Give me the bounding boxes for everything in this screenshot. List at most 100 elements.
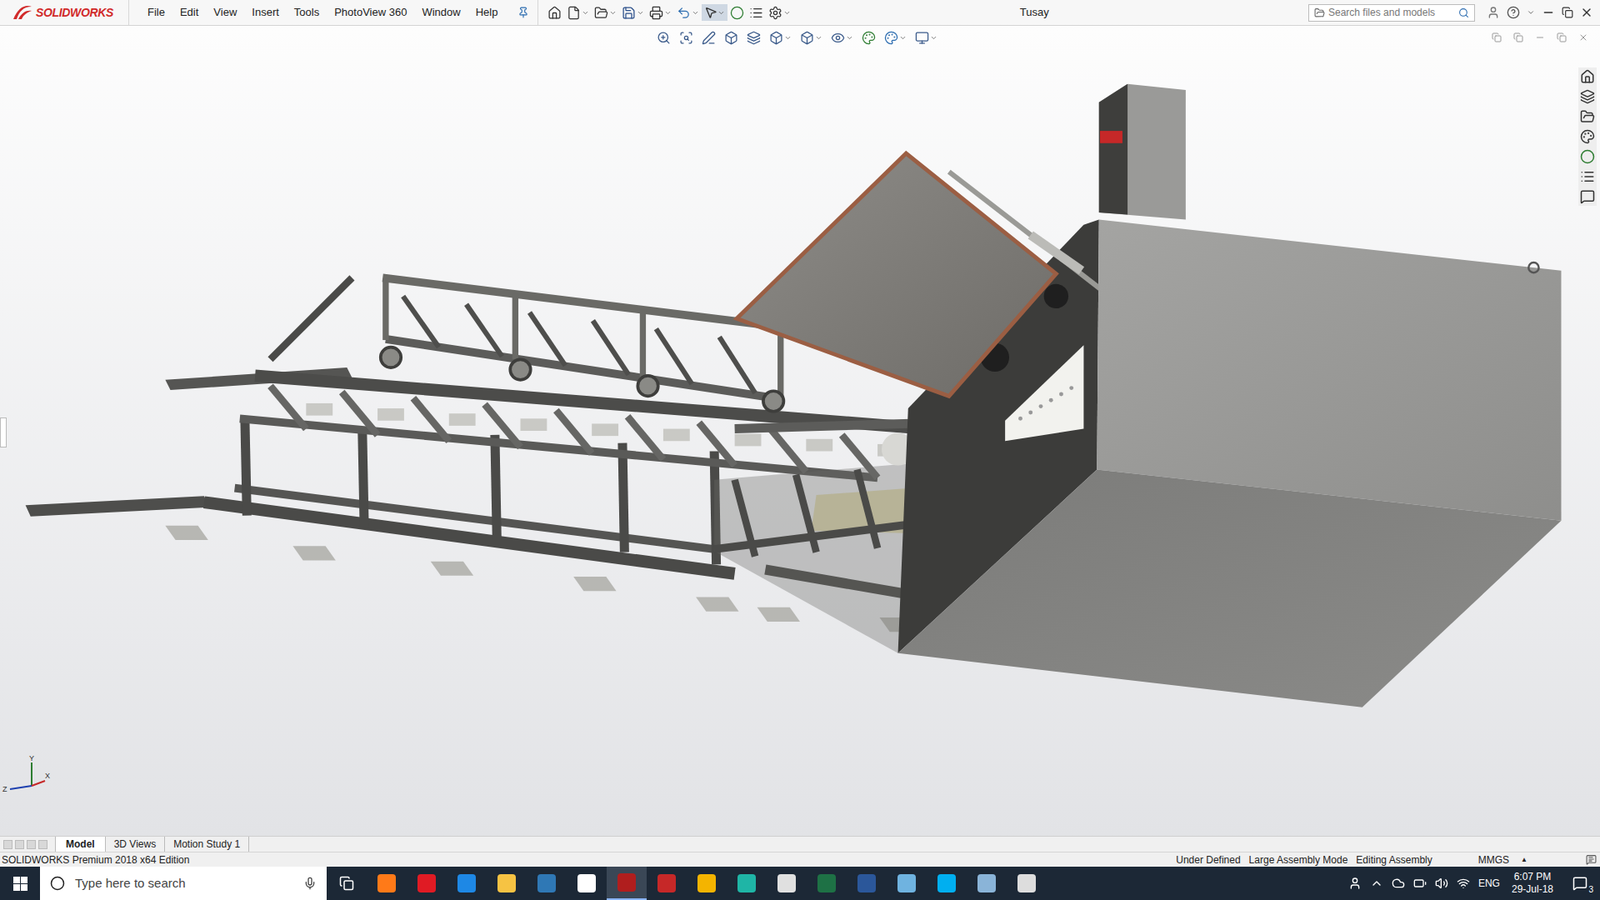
taskbar-app[interactable] xyxy=(806,866,847,900)
onedrive-icon[interactable] xyxy=(1391,876,1405,890)
doc-close-icon[interactable] xyxy=(1578,32,1589,43)
dynamic-annotation-button[interactable] xyxy=(744,30,764,45)
app-icon xyxy=(857,874,876,893)
zoom-to-fit-button[interactable] xyxy=(654,30,674,45)
units-selector[interactable]: MMGS▲ xyxy=(1478,852,1528,868)
taskbar-app[interactable] xyxy=(446,866,487,900)
tab-scroll-arrow[interactable] xyxy=(26,840,36,850)
graphics-area[interactable]: YZX xyxy=(0,25,1600,836)
pin-menu[interactable] xyxy=(517,6,530,19)
view-palette-icon[interactable] xyxy=(1580,129,1595,145)
action-center[interactable]: 3 xyxy=(1565,875,1595,891)
menu-item[interactable]: Edit xyxy=(180,4,199,21)
select-button[interactable] xyxy=(701,4,728,21)
custom-properties-icon[interactable] xyxy=(1580,169,1595,185)
menu-item[interactable]: Window xyxy=(421,4,460,21)
menu-item[interactable]: Tools xyxy=(294,4,320,21)
restore-icon[interactable] xyxy=(1561,6,1574,19)
volume-icon[interactable] xyxy=(1435,876,1449,890)
user-icon[interactable] xyxy=(1486,5,1500,20)
view-orientation-button[interactable] xyxy=(766,30,795,45)
help-icon[interactable] xyxy=(1506,5,1520,20)
help-caret-icon[interactable] xyxy=(1526,8,1535,17)
solidworks-logo[interactable]: SOLIDWORKS xyxy=(0,0,130,25)
apply-scene-button[interactable] xyxy=(881,30,910,45)
taskbar-app[interactable] xyxy=(966,866,1007,900)
menu-item[interactable]: Insert xyxy=(251,4,280,21)
tab-scroll-arrow[interactable] xyxy=(38,840,48,850)
tab-scroll-arrow[interactable] xyxy=(15,840,25,850)
taskbar-app[interactable] xyxy=(1006,866,1047,900)
design-library-icon[interactable] xyxy=(1580,89,1595,105)
taskbar-search[interactable]: Type here to search xyxy=(40,866,327,900)
language-indicator[interactable]: ENG xyxy=(1478,875,1500,891)
model-tab[interactable]: Model xyxy=(55,836,106,852)
file-explorer-icon[interactable] xyxy=(1580,109,1595,125)
menu-item[interactable]: Help xyxy=(475,4,499,21)
network-icon[interactable] xyxy=(1456,876,1470,890)
taskbar-app[interactable] xyxy=(606,866,647,900)
battery-icon[interactable] xyxy=(1413,876,1427,890)
open-button[interactable] xyxy=(591,5,620,20)
clock[interactable]: 6:07 PM29-Jul-18 xyxy=(1508,870,1557,896)
undo-button[interactable] xyxy=(674,5,702,20)
start-button[interactable] xyxy=(0,866,40,900)
task-view-button[interactable] xyxy=(326,875,367,891)
file-properties-icon xyxy=(749,5,764,20)
save-button[interactable] xyxy=(619,5,647,20)
file-properties-button[interactable] xyxy=(746,5,766,20)
people-icon[interactable] xyxy=(1348,876,1362,890)
menu-item[interactable]: File xyxy=(147,4,165,21)
previous-view-icon xyxy=(701,30,716,45)
doc-minimize-icon[interactable] xyxy=(1535,32,1545,43)
tab-scroll-arrow[interactable] xyxy=(3,840,13,850)
taskbar-app[interactable] xyxy=(646,866,687,900)
menu-item[interactable]: PhotoView 360 xyxy=(334,4,407,21)
hide-show-button[interactable] xyxy=(828,30,856,45)
tile-icon[interactable] xyxy=(1513,32,1524,43)
taskbar-app[interactable] xyxy=(406,866,447,900)
section-view-button[interactable] xyxy=(721,30,741,45)
taskbar-app[interactable] xyxy=(886,866,927,900)
forum-icon[interactable] xyxy=(1580,189,1595,205)
resources-icon[interactable] xyxy=(1580,69,1595,85)
model-tab[interactable]: Motion Study 1 xyxy=(165,836,250,852)
taskbar-app[interactable] xyxy=(566,866,607,900)
taskbar-app[interactable] xyxy=(366,866,407,900)
minimize-icon[interactable] xyxy=(1541,5,1555,20)
display-style-button[interactable] xyxy=(797,30,825,45)
print-button[interactable] xyxy=(646,5,675,20)
show-hidden-icon[interactable] xyxy=(1370,876,1384,890)
taskbar-app[interactable] xyxy=(686,866,727,900)
split-icon[interactable] xyxy=(1491,32,1502,43)
left-panel-handle[interactable] xyxy=(0,417,7,448)
assembly-model[interactable] xyxy=(0,25,1600,836)
taskbar-app[interactable] xyxy=(926,866,967,900)
appearances-icon[interactable] xyxy=(1580,149,1595,165)
doc-restore-icon[interactable] xyxy=(1556,32,1567,43)
dropdown-caret-icon xyxy=(636,9,645,17)
home-button[interactable] xyxy=(545,5,565,20)
close-icon[interactable] xyxy=(1580,5,1594,20)
taskbar-search-placeholder: Type here to search xyxy=(75,874,294,894)
options-button[interactable] xyxy=(765,5,794,20)
view-settings-button[interactable] xyxy=(912,30,940,45)
dropdown-caret-icon xyxy=(717,9,725,17)
zoom-area-icon xyxy=(679,30,694,45)
zoom-area-button[interactable] xyxy=(676,30,696,45)
taskbar-app[interactable] xyxy=(526,866,567,900)
model-tab[interactable]: 3D Views xyxy=(105,836,165,852)
taskbar-app[interactable] xyxy=(726,866,767,900)
rebuild-button[interactable] xyxy=(727,5,747,20)
previous-view-button[interactable] xyxy=(699,30,719,45)
new-button[interactable] xyxy=(564,5,592,20)
taskbar-app[interactable] xyxy=(846,866,887,900)
taskbar-app[interactable] xyxy=(766,866,807,900)
search-box[interactable]: Search files and models xyxy=(1308,4,1475,22)
menu-item[interactable]: View xyxy=(213,4,237,21)
tooltip-toggle-icon[interactable] xyxy=(1585,854,1597,865)
dropdown-caret-icon xyxy=(783,9,791,17)
tab-scroll-arrows[interactable] xyxy=(0,840,55,850)
edit-appearance-button[interactable] xyxy=(859,30,879,45)
taskbar-app[interactable] xyxy=(486,866,527,900)
